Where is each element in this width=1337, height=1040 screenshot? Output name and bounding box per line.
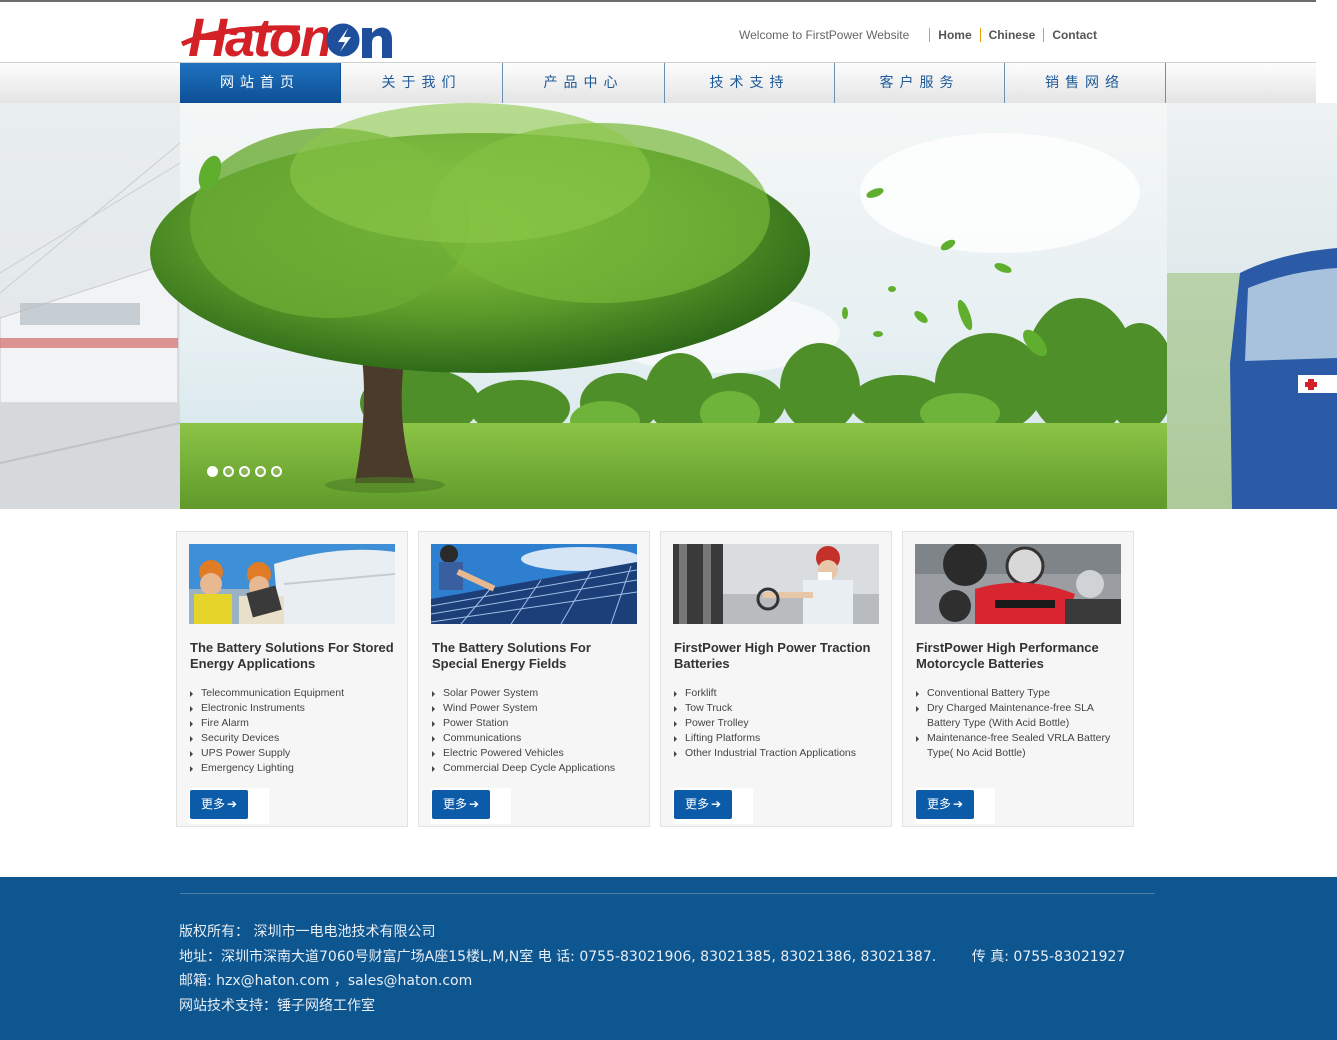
main-nav-bar: 网站首页 关于我们 产品中心 技术支持 客户服务 销售网络 [0, 62, 1316, 104]
link-chinese[interactable]: Chinese [989, 28, 1036, 42]
slider-dot-2[interactable] [223, 466, 234, 477]
footer-divider [180, 893, 1155, 894]
slider-dot-1[interactable] [207, 466, 218, 477]
list-item[interactable]: Maintenance-free Sealed VRLA Battery Typ… [915, 731, 1127, 761]
card-list: Forklift Tow Truck Power Trolley Lifting… [673, 686, 885, 761]
list-item[interactable]: Security Devices [189, 731, 401, 746]
more-label: 更多 [684, 797, 709, 811]
card-image-workers[interactable] [189, 544, 395, 624]
arrow-right-icon: ➔ [710, 797, 722, 811]
card-image-forklift[interactable] [673, 544, 879, 624]
welcome-text: Welcome to FirstPower Website [739, 28, 910, 42]
product-card-stored-energy: The Battery Solutions For Stored Energy … [176, 531, 408, 827]
haton-logo[interactable]: Haton [180, 6, 395, 68]
card-title: The Battery Solutions For Special Energy… [432, 640, 591, 671]
arrow-right-icon: ➔ [952, 797, 964, 811]
hero-banner[interactable] [0, 103, 1337, 509]
product-card-traction: FirstPower High Power Traction Batteries… [660, 531, 892, 827]
nav-item-customer-service[interactable]: 客户服务 [835, 63, 1005, 103]
more-button-area: 更多 ➔ [189, 788, 269, 824]
list-item[interactable]: Conventional Battery Type [915, 686, 1127, 701]
top-links: Welcome to FirstPower Website Home Chine… [739, 28, 1097, 42]
more-label: 更多 [200, 797, 225, 811]
product-card-special-energy: The Battery Solutions For Special Energy… [418, 531, 650, 827]
more-button[interactable]: 更多 ➔ [432, 790, 490, 819]
nav-item-about[interactable]: 关于我们 [341, 63, 503, 103]
list-item[interactable]: Electronic Instruments [189, 701, 401, 716]
more-button[interactable]: 更多 ➔ [190, 790, 248, 819]
card-title: The Battery Solutions For Stored Energy … [190, 640, 394, 671]
banner-right-bus [1167, 103, 1337, 509]
divider [979, 28, 981, 42]
arrow-right-icon: ➔ [226, 797, 238, 811]
list-item[interactable]: Wind Power System [431, 701, 643, 716]
slider-dot-4[interactable] [255, 466, 266, 477]
slider-dot-3[interactable] [239, 466, 250, 477]
nav-item-tech-support[interactable]: 技术支持 [665, 63, 835, 103]
list-item[interactable]: Emergency Lighting [189, 761, 401, 776]
slider-dot-5[interactable] [271, 466, 282, 477]
list-item[interactable]: Power Trolley [673, 716, 885, 731]
card-list: Solar Power System Wind Power System Pow… [431, 686, 643, 776]
more-label: 更多 [442, 797, 467, 811]
divider [929, 28, 931, 42]
card-title: FirstPower High Performance Motorcycle B… [916, 640, 1099, 671]
footer-tech-support: 网站技术支持：锤子网络工作室 [179, 998, 375, 1014]
footer-email[interactable]: 邮箱: hzx@haton.com ，sales@haton.com [179, 970, 472, 990]
card-list: Conventional Battery Type Dry Charged Ma… [915, 686, 1127, 761]
list-item[interactable]: UPS Power Supply [189, 746, 401, 761]
logo-letter-h: Haton [188, 8, 331, 62]
link-home[interactable]: Home [938, 28, 971, 42]
link-contact[interactable]: Contact [1052, 28, 1097, 42]
card-image-solar[interactable] [431, 544, 637, 624]
card-list: Telecommunication Equipment Electronic I… [189, 686, 401, 776]
arrow-right-icon: ➔ [468, 797, 480, 811]
main-nav: 网站首页 关于我们 产品中心 技术支持 客户服务 销售网络 [180, 63, 1166, 103]
list-item[interactable]: Solar Power System [431, 686, 643, 701]
list-item[interactable]: Dry Charged Maintenance-free SLA Battery… [915, 701, 1127, 731]
more-button-area: 更多 ➔ [431, 788, 511, 824]
site-footer: 版权所有： 深圳市一电电池技术有限公司 地址：深圳市深南大道7060号财富广场A… [0, 877, 1337, 1040]
banner-left-train [0, 103, 181, 509]
product-card-motorcycle: FirstPower High Performance Motorcycle B… [902, 531, 1134, 827]
more-button[interactable]: 更多 ➔ [916, 790, 974, 819]
slider-dots [207, 466, 282, 477]
list-item[interactable]: Lifting Platforms [673, 731, 885, 746]
list-item[interactable]: Electric Powered Vehicles [431, 746, 643, 761]
footer-copyright: 版权所有： 深圳市一电电池技术有限公司 [179, 924, 436, 940]
list-item[interactable]: Tow Truck [673, 701, 885, 716]
list-item[interactable]: Other Industrial Traction Applications [673, 746, 885, 761]
list-item[interactable]: Power Station [431, 716, 643, 731]
more-button-area: 更多 ➔ [915, 788, 995, 824]
nav-item-home[interactable]: 网站首页 [180, 63, 341, 103]
nav-item-sales-network[interactable]: 销售网络 [1005, 63, 1166, 103]
more-button-area: 更多 ➔ [673, 788, 753, 824]
more-button[interactable]: 更多 ➔ [674, 790, 732, 819]
list-item[interactable]: Communications [431, 731, 643, 746]
card-image-motorcycle[interactable] [915, 544, 1121, 624]
divider [1043, 28, 1045, 42]
more-label: 更多 [926, 797, 951, 811]
banner-tree-scene [150, 103, 1175, 509]
list-item[interactable]: Telecommunication Equipment [189, 686, 401, 701]
card-title: FirstPower High Power Traction Batteries [674, 640, 871, 671]
list-item[interactable]: Fire Alarm [189, 716, 401, 731]
list-item[interactable]: Forklift [673, 686, 885, 701]
nav-item-products[interactable]: 产品中心 [503, 63, 665, 103]
list-item[interactable]: Commercial Deep Cycle Applications [431, 761, 643, 776]
footer-address: 地址：深圳市深南大道7060号财富广场A座15楼L,M,N室 电 话: 0755… [179, 949, 1126, 965]
site-header: Haton Welcome to FirstPower Website Home… [0, 2, 1316, 68]
